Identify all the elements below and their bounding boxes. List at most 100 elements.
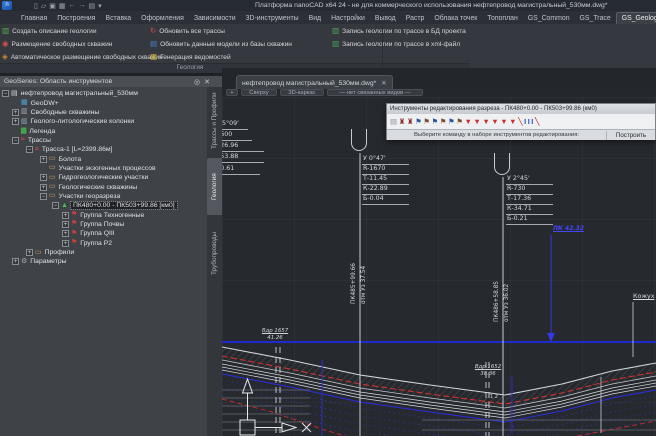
pin-icon[interactable]: ◎ [194, 78, 200, 86]
print-icon[interactable]: ▤ [89, 2, 96, 10]
drawing-canvas[interactable]: 55°09' -600 -26.96 -53.88 -0.61 У 0°47' … [222, 97, 656, 436]
palette-tab-truboprovody[interactable]: Трубопроводы [207, 219, 222, 287]
expander-icon[interactable]: + [62, 230, 69, 237]
palette-close-icon[interactable]: ✕ [204, 78, 210, 86]
expander-icon[interactable]: − [52, 202, 59, 209]
save-all-icon[interactable]: ▦ [59, 2, 66, 10]
layer-edit-tool-icon[interactable]: ⚑ [432, 117, 439, 126]
undo-icon[interactable]: ← [69, 2, 76, 9]
palette-tab-trassy-profili[interactable]: Трассы и Профили [207, 88, 222, 153]
expander-icon[interactable]: − [40, 193, 47, 200]
tree-item-profili[interactable]: +▭Профили [0, 248, 207, 257]
tree-item-group-pochvy[interactable]: +⚑Группа Почвы [0, 220, 207, 229]
delete-tool-icon[interactable]: ╲ [535, 117, 540, 126]
boundary-tool-icon[interactable]: ▼ [473, 117, 480, 126]
boundary-tool-icon[interactable]: ▼ [491, 117, 498, 126]
expander-icon[interactable]: + [62, 240, 69, 247]
save-icon[interactable]: ▣ [49, 2, 56, 10]
tab-glavnaya[interactable]: Главная [16, 13, 52, 24]
tree-item-bogs[interactable]: +▭Болота [0, 154, 207, 163]
expander-icon[interactable]: + [12, 118, 19, 125]
refresh-all-traces-button[interactable]: ↻Обновить все трассы [150, 27, 225, 35]
create-geology-button[interactable]: ▧Создать описание геологии [2, 27, 97, 35]
expander-icon[interactable]: + [26, 249, 33, 256]
tree-item-group-tekhnogennye[interactable]: +⚑Группа Техногенные [0, 210, 207, 219]
tree-item-group-p2[interactable]: +⚑Группа P2 [0, 239, 207, 248]
open-file-icon[interactable]: ▱ [41, 2, 46, 10]
expander-icon[interactable]: + [40, 156, 47, 163]
tab-vstavka[interactable]: Вставка [101, 13, 137, 24]
borehole-tool-icon[interactable]: ♜ [399, 117, 406, 126]
boundary-tool-icon[interactable]: ▼ [509, 117, 516, 126]
expander-icon[interactable]: + [62, 221, 69, 228]
palette-tab-geologiya[interactable]: Геология [207, 158, 222, 215]
tab-vid[interactable]: Вид [304, 13, 326, 24]
tab-zavisimosti[interactable]: Зависимости [189, 13, 241, 24]
expander-icon[interactable]: + [62, 212, 69, 219]
level-tool-icon[interactable]: Ι [531, 117, 533, 126]
tab-oblaka-tochek[interactable]: Облака точек [429, 13, 482, 24]
expander-icon[interactable]: + [40, 174, 47, 181]
tree-item-geodw[interactable]: ▦GeoDW+ [0, 98, 207, 107]
palette-header[interactable]: GeoSeries: Область инструментов [0, 76, 222, 87]
tab-postroeniya[interactable]: Построения [52, 13, 100, 24]
tree-item-traces[interactable]: −≈Трассы [0, 136, 207, 145]
build-button[interactable]: Построить [606, 131, 655, 140]
tree-item-trace-1[interactable]: −≈Трасса-1 [L=2399.86м] [0, 145, 207, 154]
layer-edit-tool-icon[interactable]: ⚑ [423, 117, 430, 126]
tab-nastroyki[interactable]: Настройки [326, 13, 370, 24]
tab-3d-instrumenty[interactable]: 3D-инструменты [241, 13, 304, 24]
write-geology-db-button[interactable]: ▥Запись геологии по трассе в БД проекта [332, 27, 466, 35]
expander-icon[interactable]: − [2, 90, 9, 97]
tree-item-pk480-selected[interactable]: −▲ПК480+0.00 - ПК503+99.86 [км0] [0, 201, 207, 210]
redo-icon[interactable]: → [79, 2, 86, 9]
tab-vyvod[interactable]: Вывод [370, 13, 401, 24]
dialog-title-bar[interactable]: Инструменты редактирования разреза - ПК4… [387, 104, 655, 114]
boundary-tool-icon[interactable]: ▼ [482, 117, 489, 126]
tab-gs-geology[interactable]: GS_Geology [616, 12, 656, 24]
tab-topoplan[interactable]: Топоплан [482, 13, 522, 24]
visual-style-button[interactable]: 3D-каркас [280, 89, 324, 96]
tab-oformleniya[interactable]: Оформления [136, 13, 189, 24]
delete-tool-icon[interactable]: ╲ [518, 117, 523, 126]
level-tool-icon[interactable]: Ι [524, 117, 526, 126]
tree-item-hydrogeo[interactable]: +▭Гидрогеологические участки [0, 173, 207, 182]
tree-item-group-qiii[interactable]: +⚑Группа QIII [0, 229, 207, 238]
tab-rastr[interactable]: Растр [401, 13, 430, 24]
tree-item-georazrez[interactable]: −▭Участки георазреза [0, 192, 207, 201]
tree-item-exo-processes[interactable]: ▭Участки экзогенных процессов [0, 164, 207, 173]
layer-edit-tool-icon[interactable]: ⚑ [456, 117, 463, 126]
document-tab[interactable]: нефтепровод магистральный_530мм.dwg* ✕ [236, 75, 393, 90]
tree-item-litho-columns[interactable]: +▥Геолого-литологические колонки [0, 117, 207, 126]
borehole-tool-icon[interactable]: ♜ [407, 117, 414, 126]
add-viewport-button[interactable]: + [226, 89, 238, 96]
tree-item-legend[interactable]: ▆Легенда [0, 126, 207, 135]
tree-item-free-wells[interactable]: +▥Свободные скважины [0, 108, 207, 117]
refresh-model-data-button[interactable]: ▤Обновить данные модели из базы скважин [150, 40, 292, 48]
tab-gs-trace[interactable]: GS_Trace [575, 13, 616, 24]
tab-gs-common[interactable]: GS_Common [523, 13, 575, 24]
new-file-icon[interactable]: ▯ [34, 2, 38, 10]
expander-icon[interactable]: + [12, 258, 19, 265]
view-direction-button[interactable]: Сверху [241, 89, 277, 96]
place-free-wells-button[interactable]: ◉Размещение свободных скважин [2, 40, 112, 48]
expander-icon[interactable]: − [26, 146, 33, 153]
boundary-tool-icon[interactable]: ▼ [464, 117, 471, 126]
linked-views-button[interactable]: — нет связанных видов — [327, 89, 423, 96]
tree-item-drawing[interactable]: −▤нефтепровод магистральный_530мм [0, 89, 207, 98]
select-tool-icon[interactable]: ▤ [390, 117, 397, 126]
boundary-tool-icon[interactable]: ▼ [500, 117, 507, 126]
qat-menu-arrow-icon[interactable]: ▾ [98, 2, 102, 10]
layer-edit-tool-icon[interactable]: ⚑ [440, 117, 447, 126]
write-geology-xml-button[interactable]: ▥Запись геологии по трассе в xml-файл [332, 40, 460, 48]
level-tool-icon[interactable]: Ι [528, 117, 530, 126]
generate-reports-button[interactable]: ▦Генерация ведомостей [150, 53, 231, 61]
layer-edit-tool-icon[interactable]: ⚑ [415, 117, 422, 126]
tree-item-geo-wells[interactable]: +▭Геологические скважины [0, 182, 207, 191]
expander-icon[interactable]: + [12, 109, 19, 116]
layer-edit-tool-icon[interactable]: ⚑ [448, 117, 455, 126]
auto-place-free-wells-button[interactable]: ◈Автоматическое размещение свободных скв… [2, 53, 163, 61]
tree-item-parametry[interactable]: +⚙Параметры [0, 257, 207, 266]
document-close-icon[interactable]: ✕ [381, 77, 386, 90]
expander-icon[interactable]: + [40, 184, 47, 191]
